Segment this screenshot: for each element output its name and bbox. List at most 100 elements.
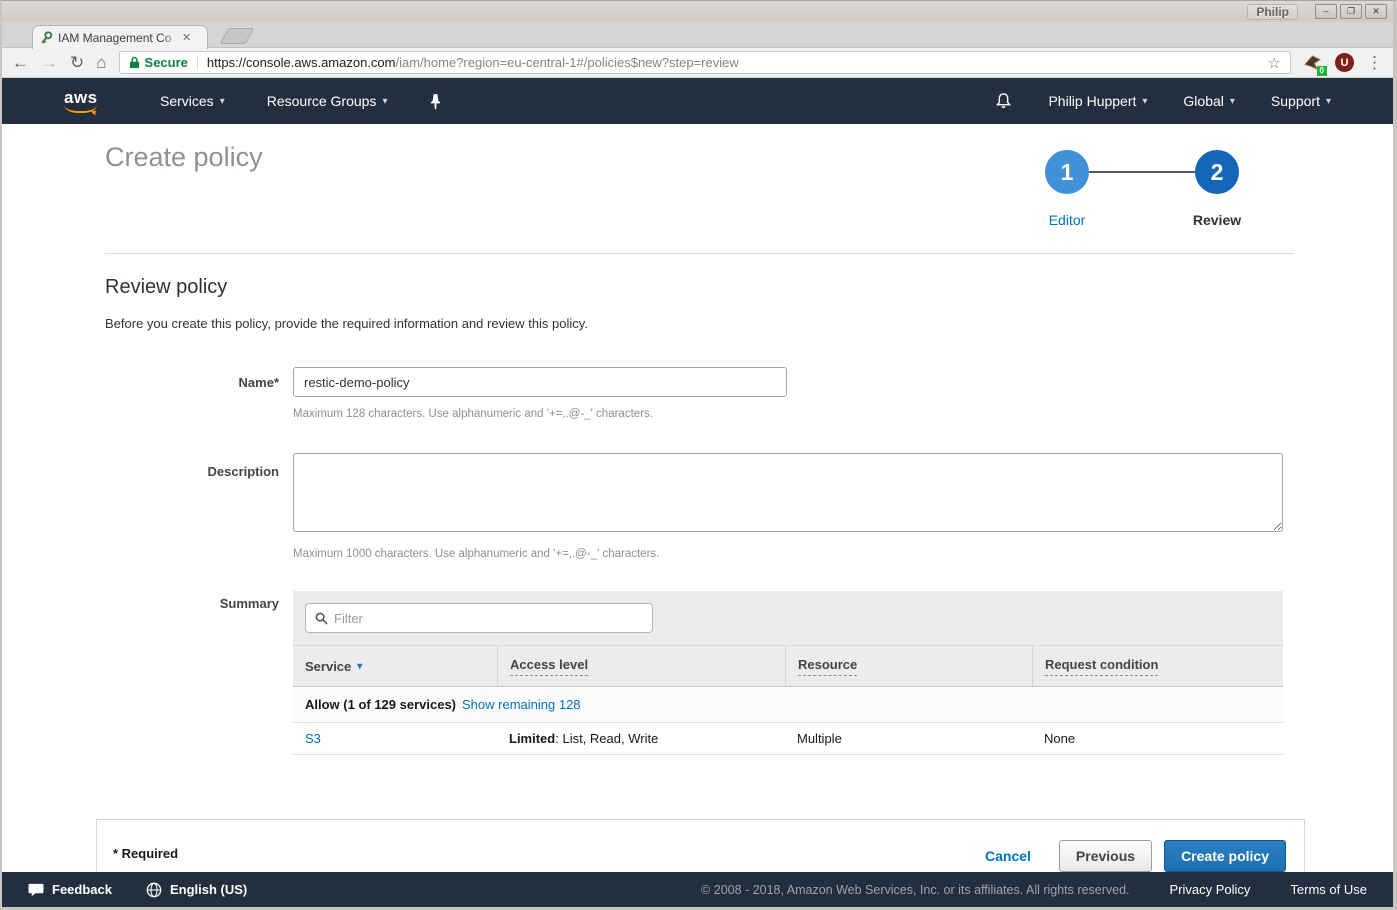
sort-caret-icon: ▾ (357, 661, 362, 672)
nav-support-menu[interactable]: Support ▾ (1271, 93, 1331, 109)
pin-icon[interactable] (429, 93, 442, 110)
nav-account-label: Philip Huppert (1048, 93, 1136, 109)
policy-name-input[interactable] (293, 367, 787, 397)
window-maximize-icon[interactable]: ❐ (1340, 4, 1362, 19)
step-editor-circle[interactable]: 1 (1045, 150, 1089, 194)
forward-icon[interactable]: → (41, 54, 58, 71)
allow-group-row: Allow (1 of 129 services) Show remaining… (293, 686, 1283, 722)
ublock-icon[interactable]: U (1335, 53, 1354, 72)
window-minimize-icon[interactable]: – (1315, 4, 1337, 19)
nav-support-label: Support (1271, 93, 1320, 109)
feedback-button[interactable]: Feedback (28, 882, 112, 897)
window-title: Philip (1247, 4, 1298, 20)
os-titlebar: Philip – ❐ ✕ (2, 1, 1393, 22)
nav-services[interactable]: Services ▾ (160, 93, 225, 109)
terms-of-use-link[interactable]: Terms of Use (1290, 882, 1367, 897)
page-title: Create policy (105, 142, 263, 173)
home-icon[interactable]: ⌂ (96, 54, 106, 71)
aws-nav-bar: aws Services ▾ Resource Groups ▾ Philip … (2, 78, 1393, 124)
access-level-rest: : List, Read, Write (555, 731, 658, 746)
lock-icon (129, 56, 140, 69)
tab-strip: IAM Management Co ✕ (2, 22, 1393, 48)
step-review-label: Review (1157, 212, 1277, 228)
aws-logo[interactable]: aws (64, 89, 104, 113)
policy-description-textarea[interactable] (293, 453, 1283, 532)
resource-cell: Multiple (785, 731, 1032, 746)
notifications-bell-icon[interactable] (995, 92, 1012, 110)
table-row: S3 Limited: List, Read, Write Multiple N… (293, 722, 1283, 755)
cancel-button[interactable]: Cancel (985, 848, 1031, 864)
tab-close-icon[interactable]: ✕ (182, 31, 191, 44)
copyright-text: © 2008 - 2018, Amazon Web Services, Inc.… (701, 883, 1129, 897)
service-s3-link[interactable]: S3 (305, 731, 321, 746)
previous-button[interactable]: Previous (1059, 840, 1152, 872)
action-bar: * Required Cancel Previous Create policy (96, 819, 1305, 873)
column-header-service[interactable]: Service ▾ (293, 646, 497, 686)
main-content: Create policy 1 2 Editor Review Review p… (2, 124, 1393, 873)
browser-tab[interactable]: IAM Management Co ✕ (32, 25, 208, 49)
nav-account-menu[interactable]: Philip Huppert ▾ (1048, 93, 1147, 109)
browser-toolbar: ← → ↻ ⌂ Secure https://console.aws.amazo… (2, 48, 1393, 78)
nav-region-label: Global (1183, 93, 1223, 109)
column-header-request-condition-label: Request condition (1045, 657, 1158, 676)
progress-steps: 1 2 Editor Review (1045, 150, 1239, 194)
filter-input[interactable] (334, 611, 643, 626)
feedback-bubble-icon (28, 882, 44, 897)
section-title: Review policy (105, 276, 227, 299)
column-header-access-level-label: Access level (510, 657, 588, 676)
url-path: /iam/home?region=eu-central-1#/policies$… (396, 55, 739, 70)
chevron-down-icon: ▾ (1142, 96, 1147, 107)
summary-table: Service ▾ Access level Resource Request … (293, 645, 1283, 789)
extension-icon[interactable]: 0 (1303, 53, 1323, 73)
nav-resource-groups-label: Resource Groups (267, 93, 377, 109)
request-condition-cell: None (1032, 731, 1283, 746)
description-label: Description (105, 464, 279, 479)
browser-menu-icon[interactable]: ⋮ (1366, 54, 1383, 71)
column-header-resource[interactable]: Resource (785, 646, 1032, 686)
search-icon (315, 612, 328, 625)
summary-panel: Service ▾ Access level Resource Request … (293, 591, 1283, 789)
name-help-text: Maximum 128 characters. Use alphanumeric… (293, 408, 653, 420)
nav-region-menu[interactable]: Global ▾ (1183, 93, 1235, 109)
window-close-icon[interactable]: ✕ (1365, 4, 1387, 19)
language-label: English (US) (170, 882, 247, 897)
step-review-circle: 2 (1195, 150, 1239, 194)
secure-label: Secure (145, 55, 188, 70)
filter-box[interactable] (305, 603, 653, 633)
privacy-policy-link[interactable]: Privacy Policy (1170, 882, 1251, 897)
chevron-down-icon: ▾ (1326, 96, 1331, 107)
aws-smile-icon (64, 104, 97, 113)
chevron-down-icon: ▾ (382, 96, 387, 107)
feedback-label: Feedback (52, 882, 112, 897)
reload-icon[interactable]: ↻ (70, 54, 84, 71)
step-editor-label[interactable]: Editor (1007, 212, 1127, 228)
summary-label: Summary (105, 596, 279, 611)
column-header-resource-label: Resource (798, 657, 857, 676)
url-domain: https://console.aws.amazon.com (207, 55, 396, 70)
extension-badge: 0 (1317, 66, 1327, 76)
description-help-text: Maximum 1000 characters. Use alphanumeri… (293, 548, 659, 560)
globe-icon (146, 882, 162, 898)
browser-window: Philip – ❐ ✕ IAM Management Co ✕ ← → ↻ ⌂ (0, 0, 1397, 910)
table-bottom-spacer (293, 755, 1283, 789)
required-note: * Required (113, 846, 178, 861)
column-header-service-label: Service (305, 659, 351, 674)
header-divider (105, 253, 1294, 254)
name-label: Name* (105, 375, 279, 390)
chevron-down-icon: ▾ (1230, 96, 1235, 107)
access-level-bold: Limited (509, 731, 555, 746)
tab-title: IAM Management Co (58, 31, 180, 45)
bookmark-star-icon[interactable]: ☆ (1268, 54, 1281, 72)
new-tab-button[interactable] (220, 28, 255, 44)
address-bar[interactable]: Secure https://console.aws.amazon.com/ia… (119, 51, 1291, 74)
allow-group-label: Allow (1 of 129 services) (305, 697, 456, 712)
column-header-request-condition[interactable]: Request condition (1032, 646, 1283, 686)
show-remaining-link[interactable]: Show remaining 128 (462, 697, 581, 712)
iam-key-favicon (39, 31, 53, 45)
language-selector[interactable]: English (US) (146, 882, 247, 898)
column-header-access-level[interactable]: Access level (497, 646, 785, 686)
nav-resource-groups[interactable]: Resource Groups ▾ (267, 93, 388, 109)
create-policy-button[interactable]: Create policy (1164, 840, 1286, 872)
back-icon[interactable]: ← (12, 54, 29, 71)
aws-footer: Feedback English (US) © 2008 - 2018, Ama… (2, 872, 1393, 907)
